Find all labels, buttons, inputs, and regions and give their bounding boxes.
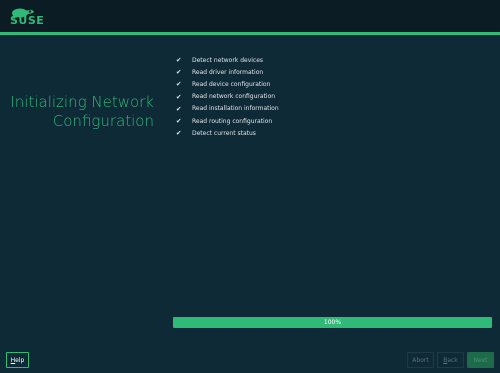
help-button-label: elp [15, 356, 25, 364]
check-icon: ✔ [176, 92, 182, 101]
step-label: Read routing configuration [192, 117, 273, 125]
abort-button-label: Abort [412, 356, 429, 364]
step-item: ✔ Detect network devices [176, 54, 279, 66]
check-icon: ✔ [176, 117, 182, 126]
check-icon: ✔ [176, 129, 182, 138]
step-item: ✔ Read installation information [176, 103, 279, 115]
step-item: ✔ Read network configuration [176, 91, 279, 103]
page-title: Initializing Network Configuration [10, 93, 154, 131]
step-label: Detect network devices [192, 56, 264, 64]
step-list: ✔ Detect network devices ✔ Read driver i… [176, 54, 279, 139]
header-bar: SUSE [0, 0, 500, 32]
back-button-label: ack [447, 356, 458, 364]
step-item: ✔ Read driver information [176, 66, 279, 78]
step-label: Read network configuration [192, 93, 276, 101]
check-icon: ✔ [176, 56, 182, 65]
brand-logo-text: SUSE [10, 14, 45, 27]
page-title-line-1: Initializing Network [10, 93, 154, 111]
back-button[interactable]: Back [437, 352, 464, 368]
check-icon: ✔ [176, 104, 182, 113]
step-label: Detect current status [192, 129, 256, 137]
progress-bar: 100% [173, 317, 492, 328]
abort-button[interactable]: Abort [407, 352, 434, 368]
step-label: Read device configuration [192, 80, 271, 88]
check-icon: ✔ [176, 80, 182, 89]
progress-label: 100% [323, 319, 342, 326]
check-icon: ✔ [176, 68, 182, 77]
step-item: ✔ Read routing configuration [176, 115, 279, 127]
page-title-line-2: Configuration [52, 112, 154, 130]
step-item: ✔ Read device configuration [176, 78, 279, 90]
step-label: Read driver information [192, 68, 264, 76]
next-button-label: Next [473, 356, 488, 364]
next-button[interactable]: Next [467, 352, 494, 368]
step-label: Read installation information [192, 105, 279, 113]
help-button[interactable]: Help [6, 352, 29, 368]
step-item: ✔ Detect current status [176, 127, 279, 139]
